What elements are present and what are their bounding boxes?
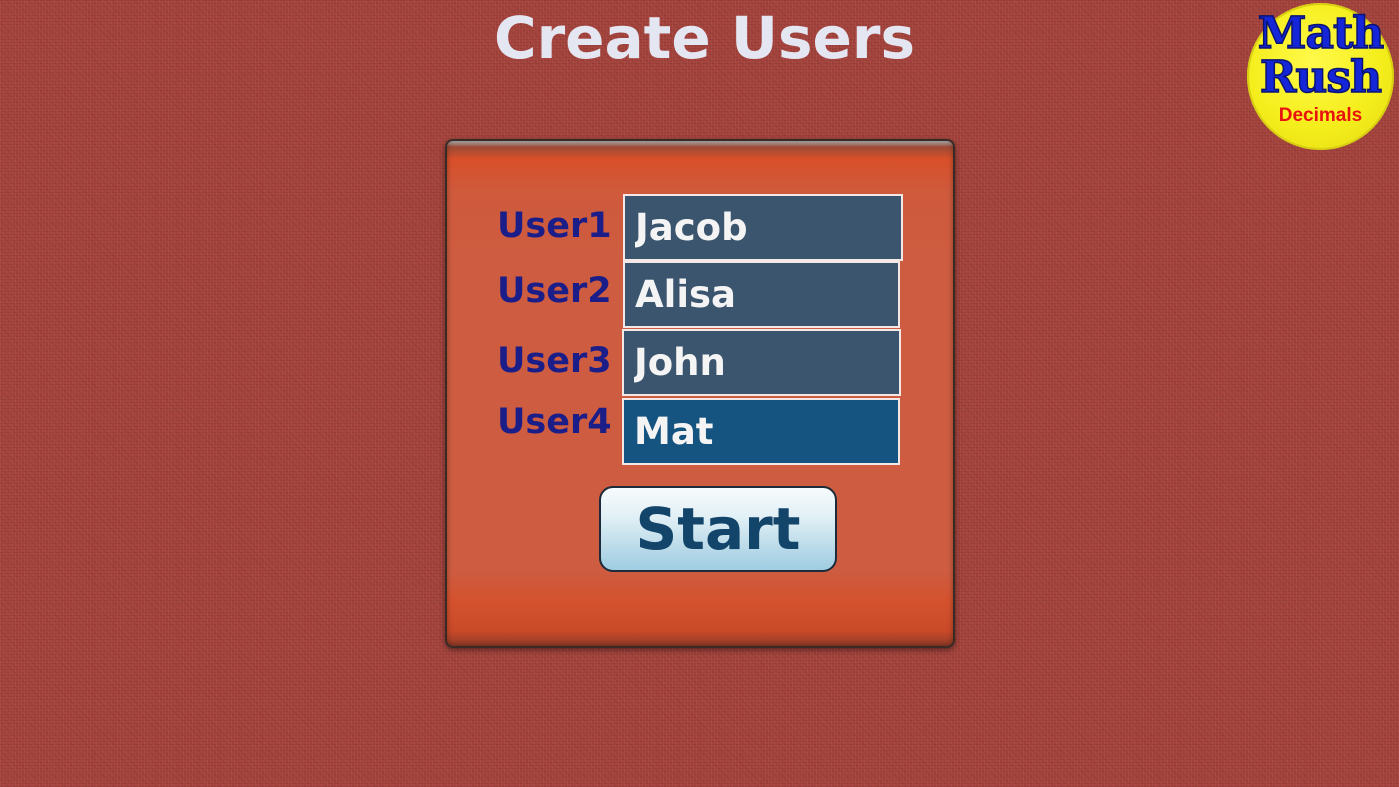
user4-name-input[interactable] <box>622 398 900 465</box>
logo-word-rush: Rush <box>1259 52 1383 103</box>
user1-label: User1 <box>497 206 612 246</box>
user4-label: User4 <box>497 402 612 442</box>
user2-name-input[interactable] <box>623 261 900 328</box>
logo-word-math: Math <box>1257 8 1385 59</box>
page-title: Create Users <box>494 4 915 72</box>
user1-name-input[interactable] <box>623 194 903 261</box>
logo-subtitle: Decimals <box>1278 105 1363 126</box>
math-rush-logo: Math Rush Decimals <box>1247 3 1394 150</box>
user3-name-input[interactable] <box>622 329 901 396</box>
user3-label: User3 <box>497 341 612 381</box>
user2-label: User2 <box>497 271 612 311</box>
start-button[interactable]: Start <box>599 486 837 572</box>
